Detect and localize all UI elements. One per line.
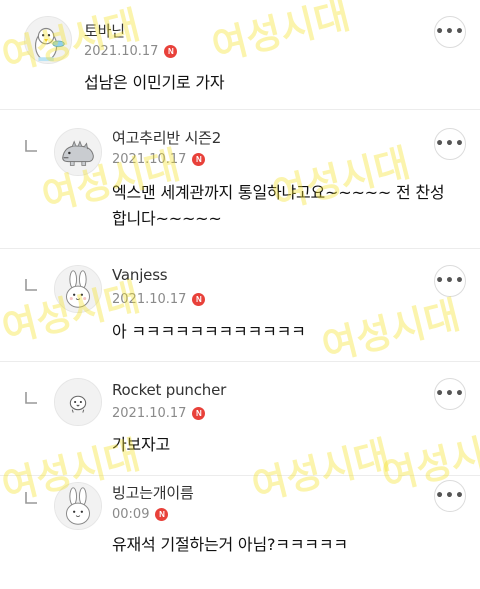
comment-meta: 2021.10.17 N	[84, 44, 178, 59]
comment-item: 빙고는개이름 00:09 N 유재석 기절하는거 아님?ㅋㅋㅋㅋㅋ •••	[0, 476, 480, 589]
comment-date: 00:09	[112, 507, 150, 522]
comment-author[interactable]: 여고추리반 시즌2	[112, 127, 221, 148]
avatar[interactable]	[24, 16, 72, 64]
dinosaur-avatar-icon	[55, 129, 101, 175]
comment-text: 엑스맨 세계관까지 통일하냐고요~~~~~ 전 찬성 합니다~~~~~	[112, 180, 462, 232]
comment-item: 토바닌 2021.10.17 N 섭남은 이민기로 가자 •••	[0, 0, 480, 110]
comment-date: 2021.10.17	[112, 406, 187, 421]
new-badge: N	[164, 45, 178, 58]
comment-author[interactable]: 빙고는개이름	[112, 482, 194, 503]
comment-date: 2021.10.17	[112, 292, 187, 307]
comment-item: Vanjess 2021.10.17 N 아 ㅋㅋㅋㅋㅋㅋㅋㅋㅋㅋㅋㅋ •••	[0, 249, 480, 362]
comment-meta: 2021.10.17 N	[112, 292, 206, 307]
comment-text-line: 합니다~~~~~	[112, 209, 222, 228]
penguin-avatar-icon	[25, 17, 71, 63]
comment-date: 2021.10.17	[112, 152, 187, 167]
new-badge: N	[192, 153, 206, 166]
comment-text: 섭남은 이민기로 가자	[84, 73, 225, 92]
more-options-button[interactable]: •••	[434, 128, 466, 160]
avatar[interactable]	[54, 482, 102, 530]
comment-item: 여고추리반 시즌2 2021.10.17 N 엑스맨 세계관까지 통일하냐고요~…	[0, 110, 480, 249]
comment-text-line: 엑스맨 세계관까지 통일하냐고요~~~~~ 전 찬성	[112, 183, 445, 202]
bunny-avatar-icon	[55, 483, 101, 529]
new-badge: N	[155, 508, 169, 521]
comment-meta: 00:09 N	[112, 507, 169, 522]
avatar[interactable]	[54, 378, 102, 426]
comment-item: Rocket puncher 2021.10.17 N 가보자고 •••	[0, 362, 480, 476]
reply-indent-icon	[25, 492, 37, 504]
more-options-button[interactable]: •••	[434, 265, 466, 297]
more-options-button[interactable]: •••	[434, 480, 466, 512]
bird-avatar-icon	[55, 379, 101, 425]
comment-meta: 2021.10.17 N	[112, 152, 206, 167]
comment-text: 가보자고	[112, 435, 171, 454]
avatar[interactable]	[54, 128, 102, 176]
bunny-avatar-icon	[55, 266, 101, 312]
comment-text: 아 ㅋㅋㅋㅋㅋㅋㅋㅋㅋㅋㅋㅋ	[112, 322, 306, 341]
comment-meta: 2021.10.17 N	[112, 406, 206, 421]
new-badge: N	[192, 407, 206, 420]
comment-text: 유재석 기절하는거 아님?ㅋㅋㅋㅋㅋ	[112, 535, 348, 554]
new-badge: N	[192, 293, 206, 306]
reply-indent-icon	[25, 140, 37, 152]
comment-author[interactable]: 토바닌	[84, 20, 125, 41]
comment-author[interactable]: Rocket puncher	[112, 381, 226, 399]
comment-author[interactable]: Vanjess	[112, 266, 168, 284]
reply-indent-icon	[25, 279, 37, 291]
more-options-button[interactable]: •••	[434, 16, 466, 48]
avatar[interactable]	[54, 265, 102, 313]
comment-date: 2021.10.17	[84, 44, 159, 59]
more-options-button[interactable]: •••	[434, 378, 466, 410]
reply-indent-icon	[25, 392, 37, 404]
